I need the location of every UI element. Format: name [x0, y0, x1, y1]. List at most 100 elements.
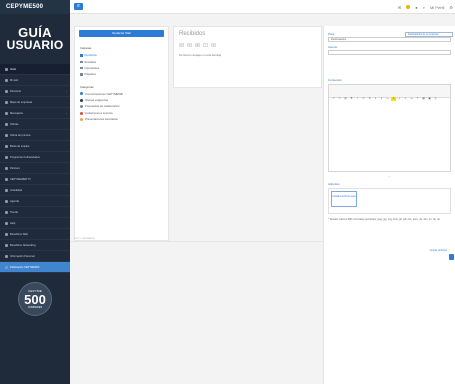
- sidebar-item-mensajeria[interactable]: Mensajería ›: [0, 108, 70, 119]
- recipient-type-select[interactable]: Destinatarios de su empresa: [405, 32, 453, 37]
- menu-toggle-button[interactable]: ≡: [74, 3, 83, 10]
- font-size-icon[interactable]: T: [415, 97, 420, 101]
- cart-icon: [5, 210, 8, 214]
- sidebar-item-tv[interactable]: CEPYMEWEB TV: [0, 174, 70, 185]
- sidebar-item-mi-web[interactable]: Mi web: [0, 75, 70, 86]
- table-icon[interactable]: ▦: [421, 97, 426, 101]
- list-icon[interactable]: ≡: [403, 97, 408, 101]
- categories-heading: Categorías: [80, 84, 94, 89]
- briefcase-icon: [5, 144, 8, 148]
- category-item[interactable]: Presentaciones Asociados: [75, 116, 168, 122]
- brand-name[interactable]: CEPYME500: [0, 0, 70, 14]
- search-icon[interactable]: ⌕: [423, 5, 425, 10]
- sidebar-item-ofertas[interactable]: Ofertas: [0, 119, 70, 130]
- indent-icon[interactable]: ⇥: [409, 97, 414, 101]
- underline-icon[interactable]: U: [361, 97, 366, 101]
- sidebar-item-bolsa-empleo[interactable]: Bolsa de empleo: [0, 141, 70, 152]
- euro-icon: [5, 155, 8, 159]
- redo-icon[interactable]: ↷: [337, 97, 342, 101]
- tag-icon: [5, 122, 8, 126]
- superscript-icon[interactable]: x: [379, 97, 384, 101]
- strike-icon[interactable]: S: [367, 97, 372, 101]
- send-button[interactable]: [449, 254, 454, 260]
- seal-number: 500: [24, 292, 46, 307]
- link-icon[interactable]: ∞: [385, 97, 390, 101]
- book-icon: [5, 89, 8, 93]
- empty-inbox-message: No tienes mensajes en esta bandeja: [179, 54, 221, 57]
- sidebar-item-mapa[interactable]: Mapa de empresas: [0, 97, 70, 108]
- mark-read-icon[interactable]: ✉: [195, 43, 200, 47]
- italic-icon[interactable]: I: [355, 97, 360, 101]
- paste-icon[interactable]: ▤: [343, 97, 348, 101]
- gift-icon: [5, 232, 8, 236]
- topbar-actions: ✉ ● ⌕ Mi Perfil ⚙: [398, 4, 453, 10]
- user-menu-label[interactable]: Mi Perfil: [430, 5, 444, 10]
- editor-resize-handle[interactable]: ⋯: [324, 174, 455, 178]
- inbox-title: Recibidos: [179, 31, 206, 37]
- sidebar-item-partners[interactable]: Partners: [0, 163, 70, 174]
- category-dot-icon: [80, 105, 83, 109]
- settings-icon[interactable]: ⚙: [449, 5, 453, 10]
- sidebar-item-actualidad[interactable]: Actualidad: [0, 185, 70, 196]
- star-icon: [80, 66, 83, 70]
- mail-icon[interactable]: ✉: [398, 5, 401, 10]
- sidebar-item-inicio[interactable]: Inicio: [0, 64, 70, 75]
- file-dropzone[interactable]: Arrastra archivos aquí: [331, 191, 357, 207]
- sidebar-item-beneficios-web[interactable]: Beneficios Web: [0, 229, 70, 240]
- cepyme500-seal: CEPYME 500 COMPANIES: [18, 282, 52, 316]
- sidebar-item-tienda[interactable]: Tienda: [0, 207, 70, 218]
- footer-divider: [70, 241, 323, 242]
- content-label: Contenido: [328, 78, 342, 82]
- sidebar-item-directorio[interactable]: Directorio ›: [0, 86, 70, 97]
- highlight-icon[interactable]: A: [391, 97, 396, 101]
- document-icon: [5, 265, 8, 269]
- mail-navigation-panel: Redactar Mail Carpetas Recibidos Enviado…: [74, 26, 169, 241]
- user-icon: [5, 254, 8, 258]
- source-icon[interactable]: ⟨⟩: [433, 97, 438, 101]
- select-all-checkbox[interactable]: ☐: [179, 43, 184, 47]
- inbox-panel: Recibidos ☐ ↻ ✉ ! ✕ No tienes mensajes e…: [173, 26, 322, 88]
- folder-trash[interactable]: Papelera: [75, 71, 168, 77]
- category-dot-icon: [80, 117, 83, 121]
- category-dot-icon: [80, 111, 83, 115]
- to-field[interactable]: Destinatarios: [328, 37, 451, 42]
- calendar-icon: [5, 199, 8, 203]
- align-icon[interactable]: ≡: [397, 97, 402, 101]
- news-icon: [5, 188, 8, 192]
- inbox-icon: [80, 54, 83, 57]
- editor-toolbar: ↶ ↷ ▤ B I U Sx x ∞ A ≡ ≡ ⇥ T ▦ ▣ ⟨⟩: [329, 85, 450, 101]
- subject-field[interactable]: [328, 50, 451, 55]
- flag-icon[interactable]: !: [203, 43, 208, 47]
- compose-panel: Para Destinatarios de su empresa Destina…: [323, 26, 455, 384]
- delete-icon[interactable]: ✕: [211, 43, 216, 47]
- refresh-icon[interactable]: ↻: [187, 43, 192, 47]
- envelope-icon: [5, 111, 8, 115]
- notification-bell-icon[interactable]: [406, 5, 411, 9]
- bold-icon[interactable]: B: [349, 97, 354, 101]
- undo-icon[interactable]: ↶: [331, 97, 336, 101]
- compose-mail-button[interactable]: Redactar Mail: [79, 30, 164, 37]
- sidebar-item-info-personal[interactable]: Información Personal: [0, 251, 70, 262]
- sidebar-item-programas[interactable]: Programas Cofinanciados: [0, 152, 70, 163]
- subject-label: Asunto: [328, 45, 338, 49]
- chat-icon[interactable]: ●: [415, 5, 417, 10]
- star-icon: [5, 133, 8, 137]
- sidebar: CEPYME500 GUÍA USUARIO Inicio Mi web Dir…: [0, 0, 70, 384]
- rich-text-editor[interactable]: ↶ ↷ ▤ B I U Sx x ∞ A ≡ ≡ ⇥ T ▦ ▣ ⟨⟩: [328, 84, 451, 172]
- category-dot-icon: [80, 92, 83, 96]
- sidebar-item-publicacion[interactable]: Publicación CEPYME500: [0, 262, 70, 273]
- subscript-icon[interactable]: x: [373, 97, 378, 101]
- handshake-icon: [5, 166, 8, 170]
- sidebar-item-oferta-primera[interactable]: Oferta de primera: [0, 130, 70, 141]
- sidebar-item-beneficios-networking[interactable]: Beneficios Networking: [0, 240, 70, 251]
- folders-heading: Carpetas: [80, 46, 92, 50]
- copyright-text: 2017 © CEPYME500: [74, 238, 95, 240]
- logo-line-2: USUARIO: [6, 38, 64, 52]
- sidebar-item-help[interactable]: Help: [0, 218, 70, 229]
- sidebar-item-agenda[interactable]: Agenda: [0, 196, 70, 207]
- logo-line-1: GUÍA: [18, 25, 52, 40]
- app: CEPYME500 GUÍA USUARIO Inicio Mi web Dir…: [0, 0, 455, 384]
- chevron-icon: ›: [66, 112, 67, 115]
- image-icon[interactable]: ▣: [427, 97, 432, 101]
- clear-attachments-link[interactable]: Limpiar archivos: [430, 249, 447, 252]
